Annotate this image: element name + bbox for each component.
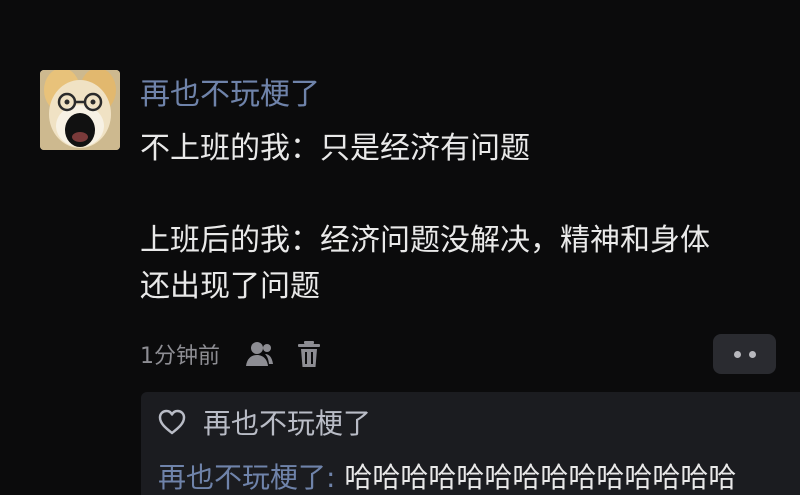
comment-timestamp: 1分钟前 <box>140 344 220 369</box>
trash-icon[interactable] <box>294 339 324 369</box>
user-avatar[interactable] <box>40 70 120 150</box>
reply-author[interactable]: 再也不玩梗了: <box>158 461 335 494</box>
comment-username[interactable]: 再也不玩梗了 <box>140 75 320 115</box>
replies-panel: 再也不玩梗了 再也不玩梗了: 哈哈哈哈哈哈哈哈哈哈哈哈哈哈 <box>141 392 800 495</box>
dog-with-glasses-avatar-icon <box>40 70 120 150</box>
comment-meta-row: 1分钟前 <box>140 336 324 372</box>
comment-body: 不上班的我：只是经济有问题 上班后的我：经济问题没解决，精神和身体 还出现了问题 <box>140 126 790 310</box>
watermark <box>618 486 738 495</box>
heart-outline-icon[interactable] <box>157 408 187 436</box>
comment-line: 上班后的我：经济问题没解决，精神和身体 <box>140 223 710 258</box>
two-dots-icon <box>748 350 756 358</box>
two-dots-icon <box>733 350 741 358</box>
more-options-button[interactable] <box>713 334 776 374</box>
comment-thread-screen: 再也不玩梗了 不上班的我：只是经济有问题 上班后的我：经济问题没解决，精神和身体… <box>0 0 800 495</box>
person-icon[interactable] <box>244 339 274 369</box>
liked-by-name[interactable]: 再也不玩梗了 <box>203 402 371 442</box>
comment-line: 不上班的我：只是经济有问题 <box>140 131 530 166</box>
comment-line: 还出现了问题 <box>140 269 320 304</box>
likes-row: 再也不玩梗了 <box>157 402 371 442</box>
